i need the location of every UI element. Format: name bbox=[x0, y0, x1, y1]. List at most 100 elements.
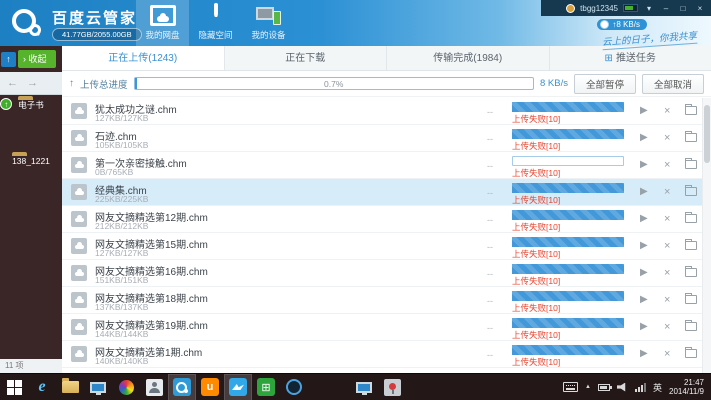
collapse-button[interactable]: › 收起 bbox=[18, 50, 56, 68]
remove-button[interactable]: × bbox=[664, 268, 670, 278]
battery-icon[interactable] bbox=[598, 384, 610, 391]
remove-button[interactable]: × bbox=[664, 214, 670, 224]
scrollbar-thumb[interactable] bbox=[704, 105, 710, 163]
file-speed: -- bbox=[487, 215, 493, 225]
overall-progress-percent: 0.7% bbox=[135, 78, 533, 90]
file-row[interactable]: 网友文摘精选第16期.chm 151KB/151KB -- 上传失败[10] ▶… bbox=[62, 260, 702, 287]
file-row[interactable]: 第一次亲密接触.chm 0B/765KB -- 上传失败[10] ▶ × bbox=[62, 152, 702, 179]
remove-button[interactable]: × bbox=[664, 133, 670, 143]
resume-button[interactable]: ▶ bbox=[640, 160, 648, 170]
tray-clock[interactable]: 21:47 2014/11/9 bbox=[669, 378, 704, 397]
remove-button[interactable]: × bbox=[664, 322, 670, 332]
push-grid-icon: ⊞ bbox=[605, 53, 613, 64]
file-progress-bar bbox=[512, 102, 624, 112]
taskbar-icon-contacts[interactable] bbox=[140, 374, 168, 400]
remove-button[interactable]: × bbox=[664, 295, 670, 305]
tab-downloading[interactable]: 正在下载 bbox=[225, 46, 388, 70]
file-row[interactable]: 经典集.chm 225KB/225KB -- 上传失败[10] ▶ × bbox=[62, 179, 702, 206]
tab-my-devices[interactable]: 我的设备 bbox=[242, 0, 295, 46]
baidu-cloud-icon bbox=[173, 378, 191, 396]
file-size: 140KB/140KB bbox=[95, 356, 148, 366]
taskbar-icon-round-dial-app[interactable] bbox=[280, 374, 308, 400]
dial-icon bbox=[286, 379, 302, 395]
file-speed: -- bbox=[487, 296, 493, 306]
hidden-icons-chevron[interactable]: ▲ bbox=[585, 384, 591, 390]
taskbar-icon-media-pinwheel[interactable] bbox=[112, 374, 140, 400]
file-status: 上传失败[10] bbox=[512, 194, 560, 206]
file-row[interactable]: 网友文摘精选第19期.chm 144KB/144KB -- 上传失败[10] ▶… bbox=[62, 314, 702, 341]
folder-icon bbox=[685, 268, 697, 277]
tab-hidden-space[interactable]: 隐藏空间 bbox=[189, 0, 242, 46]
resume-button[interactable]: ▶ bbox=[640, 268, 648, 278]
file-type-icon bbox=[71, 130, 87, 146]
resume-button[interactable]: ▶ bbox=[640, 106, 648, 116]
remove-button[interactable]: × bbox=[664, 187, 670, 197]
resume-button[interactable]: ▶ bbox=[640, 322, 648, 332]
open-folder-button[interactable] bbox=[685, 160, 697, 169]
taskbar-icon-bird-app[interactable] bbox=[224, 374, 252, 400]
folder-icon bbox=[685, 295, 697, 304]
pause-all-button[interactable]: 全部暂停 bbox=[574, 74, 636, 94]
open-folder-button[interactable] bbox=[685, 295, 697, 304]
taskbar-icon-remote-desktop[interactable] bbox=[350, 374, 378, 400]
remove-button[interactable]: × bbox=[664, 106, 670, 116]
folder-icon bbox=[685, 349, 697, 358]
upload-indicator-icon: ↑ bbox=[1, 52, 16, 67]
taskbar-icon-internet-explorer[interactable]: e bbox=[28, 374, 56, 400]
close-icon[interactable]: × bbox=[694, 4, 706, 13]
remove-button[interactable]: × bbox=[664, 160, 670, 170]
network-signal-icon[interactable] bbox=[635, 383, 646, 392]
username[interactable]: tbgg12345 bbox=[580, 4, 618, 13]
file-type-icon bbox=[71, 265, 87, 281]
file-row[interactable]: 石迹.chm 105KB/105KB -- 上传失败[10] ▶ × bbox=[62, 125, 702, 152]
tab-my-netdisk[interactable]: 我的网盘 bbox=[136, 0, 189, 46]
tab-completed[interactable]: 传输完成(1984) bbox=[387, 46, 550, 70]
tab-push-tasks[interactable]: ⊞推送任务 bbox=[550, 46, 711, 70]
open-folder-button[interactable] bbox=[685, 349, 697, 358]
input-language-indicator[interactable]: 英 bbox=[653, 381, 662, 394]
resume-button[interactable]: ▶ bbox=[640, 187, 648, 197]
upload-badge-icon: ↑ bbox=[0, 98, 12, 110]
file-progress-bar bbox=[512, 210, 624, 220]
file-row[interactable]: 网友文摘精选第15期.chm 127KB/127KB -- 上传失败[10] ▶… bbox=[62, 233, 702, 260]
cancel-all-button[interactable]: 全部取消 bbox=[642, 74, 704, 94]
open-folder-button[interactable] bbox=[685, 322, 697, 331]
taskbar-icon-green-grid-app[interactable]: ⊞ bbox=[252, 374, 280, 400]
resume-button[interactable]: ▶ bbox=[640, 295, 648, 305]
open-folder-button[interactable] bbox=[685, 268, 697, 277]
resume-button[interactable]: ▶ bbox=[640, 241, 648, 251]
resume-button[interactable]: ▶ bbox=[640, 349, 648, 359]
skin-button[interactable] bbox=[623, 4, 638, 12]
taskbar-icon-display[interactable] bbox=[84, 374, 112, 400]
tab-uploading[interactable]: 正在上传(1243) bbox=[62, 46, 225, 70]
file-row[interactable]: 网友文摘精选第12期.chm 212KB/212KB -- 上传失败[10] ▶… bbox=[62, 206, 702, 233]
back-icon[interactable]: ← bbox=[7, 77, 18, 89]
open-folder-button[interactable] bbox=[685, 106, 697, 115]
open-folder-button[interactable] bbox=[685, 241, 697, 250]
shield-lock-icon bbox=[203, 5, 229, 26]
resume-button[interactable]: ▶ bbox=[640, 214, 648, 224]
file-row[interactable]: 网友文摘精选第1期.chm 140KB/140KB -- 上传失败[10] ▶ … bbox=[62, 341, 702, 368]
desktop-folder-138-1221[interactable]: 138_1221 bbox=[0, 156, 62, 166]
taskbar-icon-file-explorer[interactable] bbox=[56, 374, 84, 400]
open-folder-button[interactable] bbox=[685, 133, 697, 142]
forward-icon[interactable]: → bbox=[27, 77, 38, 89]
touch-keyboard-icon[interactable] bbox=[563, 382, 578, 392]
remove-button[interactable]: × bbox=[664, 241, 670, 251]
volume-icon[interactable] bbox=[617, 383, 628, 392]
taskbar-icon-media-tool[interactable] bbox=[378, 374, 406, 400]
resume-button[interactable]: ▶ bbox=[640, 133, 648, 143]
file-row[interactable]: 犹太成功之谜.chm 127KB/127KB -- 上传失败[10] ▶ × bbox=[62, 98, 702, 125]
open-folder-button[interactable] bbox=[685, 214, 697, 223]
taskbar-icon-baidu-cloud[interactable] bbox=[168, 374, 196, 400]
maximize-icon[interactable]: □ bbox=[677, 4, 689, 13]
file-row[interactable]: 网友文摘精选第18期.chm 137KB/137KB -- 上传失败[10] ▶… bbox=[62, 287, 702, 314]
desktop-folder-ebooks[interactable]: ↑ 电子书 bbox=[0, 99, 62, 111]
taskbar-icon-uc-browser[interactable]: u bbox=[196, 374, 224, 400]
minimize-icon[interactable]: – bbox=[660, 4, 672, 13]
menu-dropdown-icon[interactable]: ▾ bbox=[643, 4, 655, 13]
scrollbar[interactable] bbox=[702, 98, 711, 373]
open-folder-button[interactable] bbox=[685, 187, 697, 196]
remove-button[interactable]: × bbox=[664, 349, 670, 359]
start-button[interactable] bbox=[0, 374, 28, 400]
